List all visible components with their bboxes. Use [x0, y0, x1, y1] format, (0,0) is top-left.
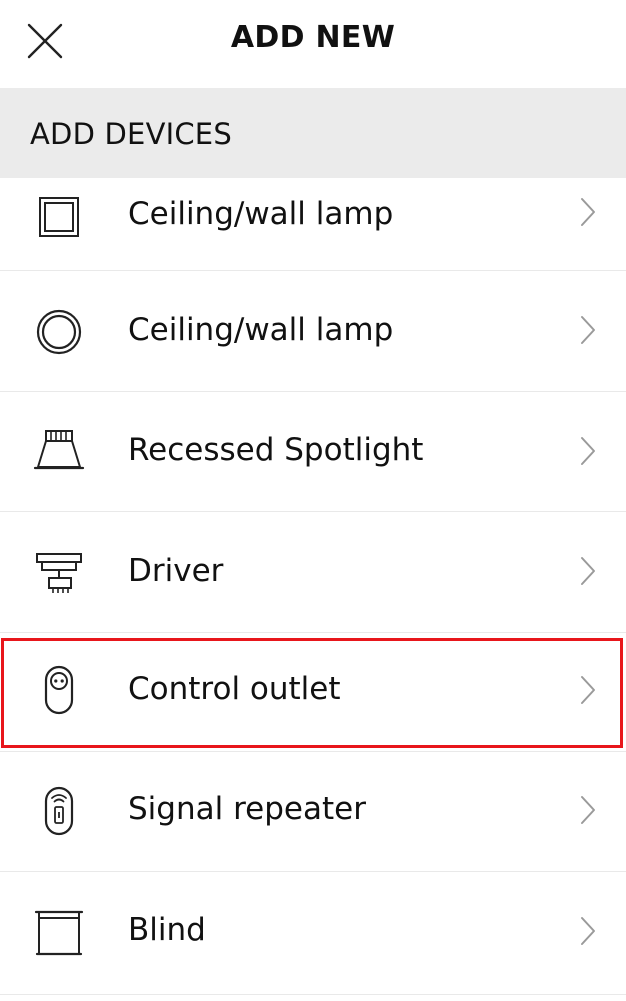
- spotlight-icon: [32, 424, 86, 478]
- list-item-control-outlet[interactable]: Control outlet: [0, 633, 626, 752]
- chevron-right-icon: [581, 796, 595, 824]
- list-item-label: Blind: [128, 912, 206, 948]
- list-item-blind[interactable]: Blind: [0, 872, 626, 995]
- chevron-right-icon: [581, 676, 595, 704]
- section-title: ADD DEVICES: [30, 117, 232, 151]
- list-item-label: Signal repeater: [128, 791, 366, 827]
- section-header: ADD DEVICES: [0, 88, 626, 178]
- list-item-label: Ceiling/wall lamp: [128, 312, 394, 348]
- chevron-right-icon: [581, 437, 595, 465]
- list-item-ceiling-wall-lamp-square[interactable]: Ceiling/wall lamp: [0, 178, 626, 271]
- chevron-right-icon: [581, 316, 595, 344]
- chevron-right-icon: [581, 198, 595, 226]
- square-lamp-icon: [32, 190, 86, 244]
- blind-icon: [32, 906, 86, 960]
- list-item-label: Driver: [128, 553, 224, 589]
- round-lamp-icon: [32, 305, 86, 359]
- chevron-right-icon: [581, 917, 595, 945]
- list-item-label: Ceiling/wall lamp: [128, 196, 394, 232]
- list-item-ceiling-wall-lamp-round[interactable]: Ceiling/wall lamp: [0, 271, 626, 392]
- outlet-icon: [32, 663, 86, 717]
- driver-icon: [32, 546, 86, 600]
- list-item-recessed-spotlight[interactable]: Recessed Spotlight: [0, 392, 626, 512]
- device-list: Ceiling/wall lamp Ceiling/wall lamp Rece…: [0, 178, 626, 995]
- page-title: ADD NEW: [230, 20, 396, 55]
- list-item-label: Recessed Spotlight: [128, 432, 424, 468]
- list-item-label: Control outlet: [128, 671, 341, 707]
- chevron-right-icon: [581, 557, 595, 585]
- add-new-screen: ADD NEW ADD DEVICES Ceiling/wall lamp Ce…: [0, 0, 626, 1001]
- signal-repeater-icon: [32, 784, 86, 838]
- list-item-signal-repeater[interactable]: Signal repeater: [0, 752, 626, 872]
- header: ADD NEW: [0, 0, 626, 88]
- list-item-driver[interactable]: Driver: [0, 512, 626, 633]
